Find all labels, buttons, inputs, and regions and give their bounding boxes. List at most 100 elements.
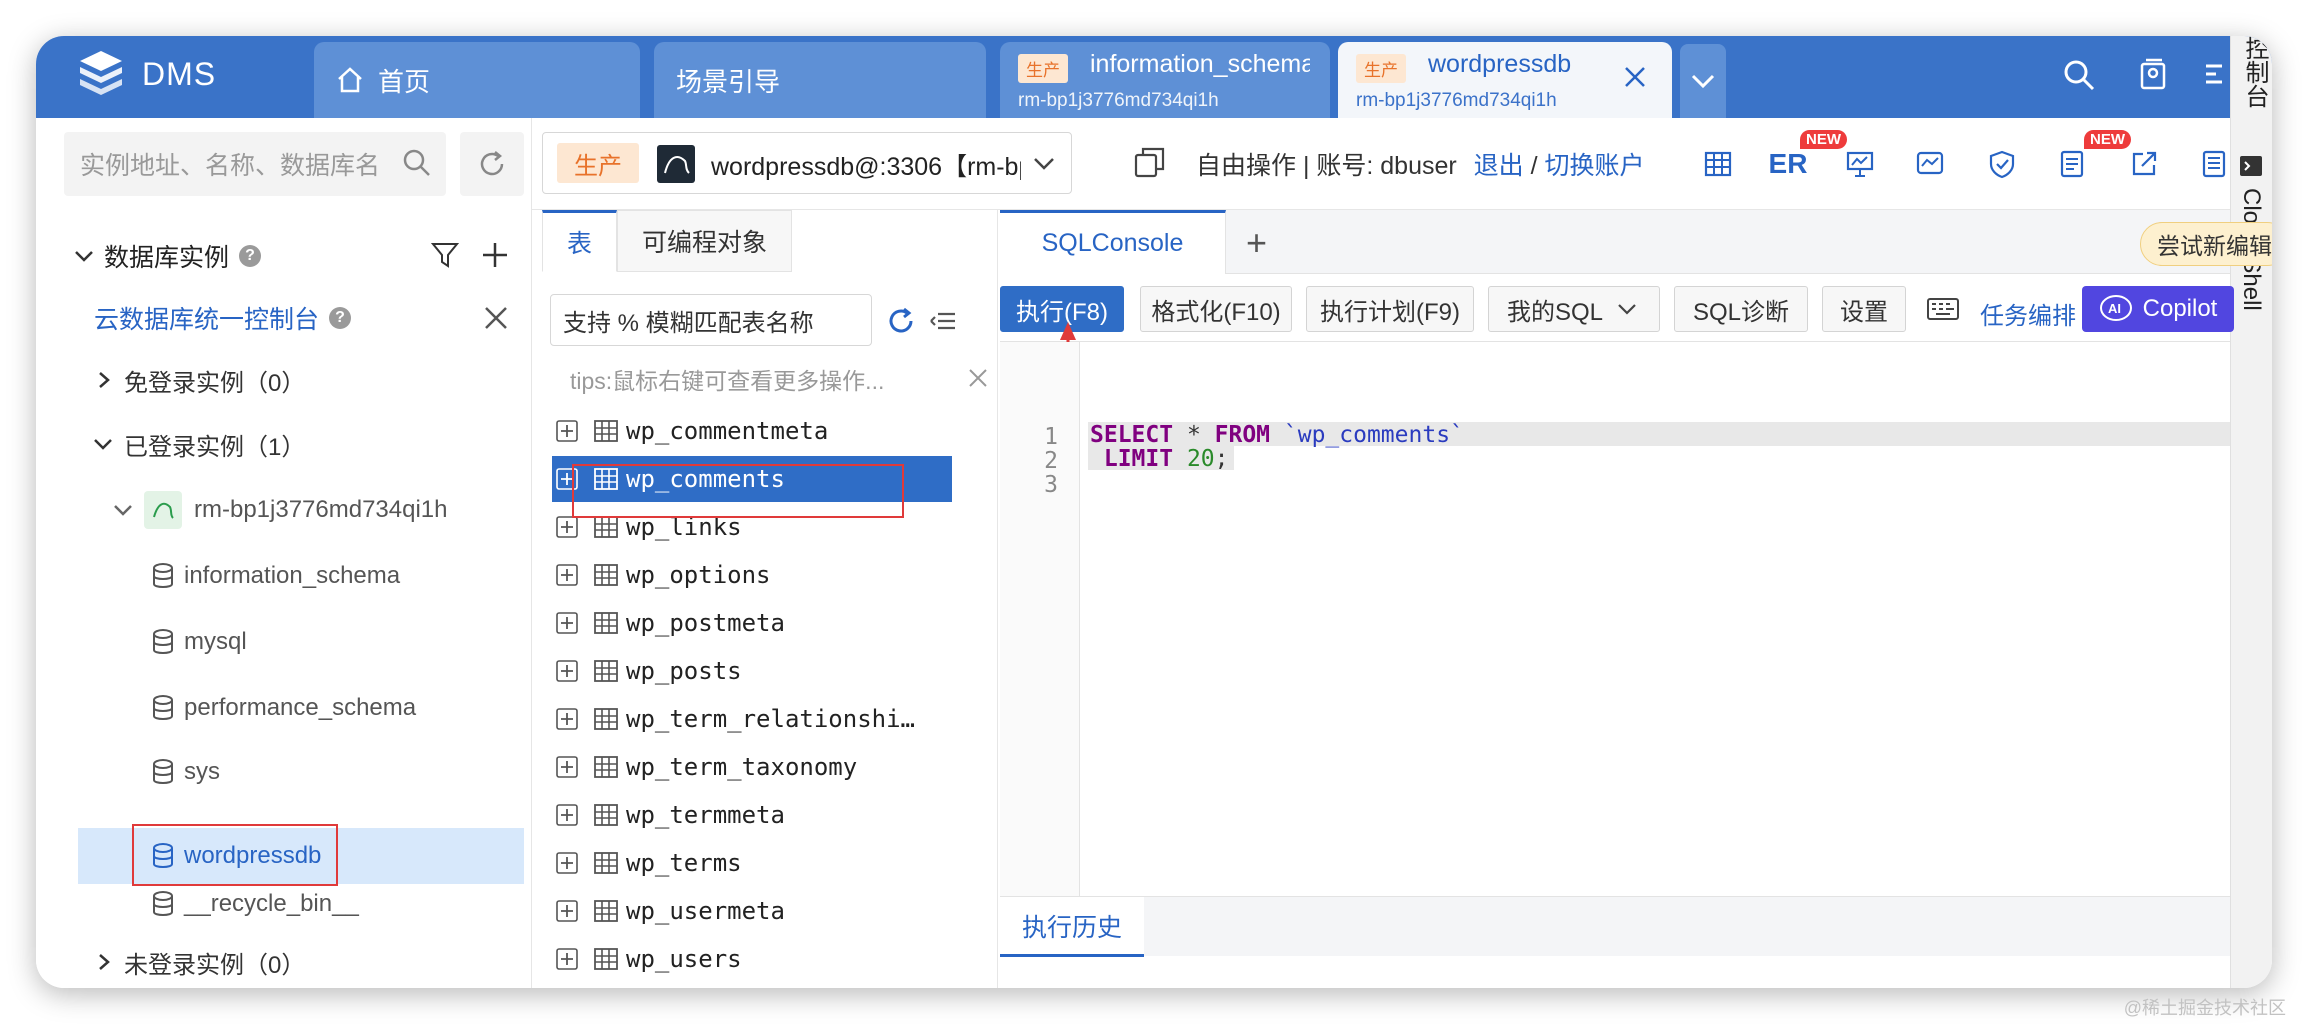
security-button[interactable]: [1980, 142, 2024, 186]
settings-button[interactable]: 设置: [1822, 286, 1906, 332]
app-name: DMS: [142, 55, 217, 92]
filter-icon[interactable]: [430, 240, 460, 270]
instance-row[interactable]: rm-bp1j3776md734qi1h: [112, 490, 448, 530]
table-row[interactable]: wp_users: [556, 936, 952, 982]
code-line-3[interactable]: LIMIT 20;: [1090, 446, 1229, 472]
line-number: 2: [1044, 448, 1058, 474]
database-icon: [153, 759, 173, 784]
help-icon[interactable]: ?: [329, 307, 352, 329]
export-button[interactable]: [2122, 142, 2166, 186]
db-instance-section-header[interactable]: 数据库实例 ?: [72, 236, 262, 276]
tab-wordpressdb[interactable]: 生产 wordpressdb rm-bp1j3776md734qi1h: [1338, 42, 1672, 118]
tab-home[interactable]: 首页: [314, 42, 640, 118]
tab-scene-guide[interactable]: 场景引导: [654, 42, 986, 118]
sql-diagnose-button[interactable]: SQL诊断: [1674, 286, 1808, 332]
mysql-icon: [657, 145, 695, 183]
table-row[interactable]: wp_terms: [556, 840, 952, 886]
logout-link[interactable]: 退出: [1474, 152, 1524, 180]
app-logo[interactable]: DMS: [74, 44, 216, 104]
expand-icon[interactable]: [556, 516, 578, 538]
database-icon: [153, 563, 173, 588]
terminal-icon[interactable]: [2239, 154, 2263, 178]
code-line-2[interactable]: SELECT * FROM `wp_comments`: [1090, 422, 1464, 448]
switch-account-link[interactable]: 切换账户: [1545, 152, 1645, 180]
notification-button[interactable]: [2130, 52, 2176, 98]
table-filter-input[interactable]: 支持 % 模糊匹配表名称: [550, 294, 872, 346]
tab-execution-history[interactable]: 执行历史: [1000, 897, 1144, 957]
document-icon: [2202, 150, 2226, 178]
tab-programmable-objects[interactable]: 可编程对象: [617, 210, 793, 272]
format-button[interactable]: 格式化(F10): [1140, 286, 1292, 332]
group-no-login[interactable]: 免登录实例（0）: [92, 360, 305, 400]
try-new-editor-button[interactable]: 尝试新编辑: [2140, 222, 2272, 266]
notes-button[interactable]: [2192, 142, 2236, 186]
expand-icon[interactable]: [556, 564, 578, 586]
table-row[interactable]: wp_posts: [556, 648, 952, 694]
task-orchestration-link[interactable]: 任务编排: [1980, 296, 2076, 331]
tab-sublabel: rm-bp1j3776md734qi1h: [1018, 90, 1219, 111]
expand-icon[interactable]: [556, 948, 578, 970]
group-label: 免登录实例（0）: [124, 369, 306, 397]
tab-sql-console[interactable]: SQLConsole: [1000, 210, 1226, 274]
close-icon[interactable]: [966, 366, 990, 390]
export-icon: [2132, 151, 2157, 176]
db-item[interactable]: mysql: [152, 622, 247, 662]
table-list-panel: 表 可编程对象 支持 % 模糊匹配表名称 tips:鼠标右键可查看更多操作...…: [536, 210, 998, 988]
table-row[interactable]: wp_commentmeta: [556, 408, 952, 454]
table-icon: [594, 756, 618, 778]
line-number: 3: [1044, 472, 1058, 498]
my-sql-dropdown[interactable]: 我的SQL: [1488, 286, 1660, 332]
tab-tables[interactable]: 表: [542, 210, 618, 272]
expand-icon[interactable]: [556, 612, 578, 634]
expand-icon[interactable]: [556, 756, 578, 778]
keyboard-icon[interactable]: [1926, 294, 1960, 324]
connection-select[interactable]: 生产 wordpressdb@:3306【rm-bp: [542, 132, 1072, 194]
explain-button[interactable]: 执行计划(F9): [1306, 286, 1474, 332]
section-title: 数据库实例: [104, 244, 230, 272]
expand-icon[interactable]: [556, 708, 578, 730]
expand-icon[interactable]: [556, 900, 578, 922]
tab-information-schema[interactable]: 生产 information_schema rm-bp1j3776md734qi…: [1000, 42, 1330, 118]
table-row[interactable]: wp_term_relationshi…: [556, 696, 952, 742]
expand-icon[interactable]: [556, 804, 578, 826]
group-not-logged[interactable]: 未登录实例（0）: [92, 942, 305, 982]
sql-token: *: [1173, 422, 1215, 448]
db-item-selected[interactable]: wordpressdb: [152, 836, 321, 876]
expand-icon[interactable]: [556, 420, 578, 442]
close-icon[interactable]: [482, 304, 510, 332]
group-label: 已登录实例（1）: [124, 433, 306, 461]
sql-toolbar: 执行(F8) 格式化(F10) 执行计划(F9) 我的SQL SQL诊断 设置 …: [1000, 274, 2234, 342]
search-button[interactable]: [2056, 52, 2102, 98]
monitor-button[interactable]: [1908, 142, 1952, 186]
help-icon[interactable]: ?: [239, 245, 262, 267]
copilot-button[interactable]: AI Copilot: [2082, 286, 2234, 332]
unified-console-link[interactable]: 云数据库统一控制台 ?: [94, 298, 352, 338]
console-label[interactable]: 控制台: [2237, 36, 2272, 108]
close-icon[interactable]: [1620, 62, 1650, 92]
tips-text: tips:鼠标右键可查看更多操作...: [570, 368, 885, 394]
table-row[interactable]: wp_options: [556, 552, 952, 598]
expand-icon[interactable]: [556, 852, 578, 874]
chart-tool-button[interactable]: [1838, 142, 1882, 186]
table-row[interactable]: wp_usermeta: [556, 888, 952, 934]
expand-icon[interactable]: [556, 660, 578, 682]
refresh-icon[interactable]: [886, 306, 916, 336]
table-row[interactable]: wp_term_taxonomy: [556, 744, 952, 790]
table-row[interactable]: wp_postmeta: [556, 600, 952, 646]
refresh-button[interactable]: [460, 132, 524, 196]
add-console-button[interactable]: +: [1246, 222, 1267, 264]
db-item[interactable]: performance_schema: [152, 688, 416, 728]
instance-search-input[interactable]: 实例地址、名称、数据库名: [64, 132, 446, 196]
db-item[interactable]: information_schema: [152, 556, 400, 596]
table-row[interactable]: wp_termmeta: [556, 792, 952, 838]
db-item[interactable]: __recycle_bin__: [152, 884, 359, 924]
table-tool-button[interactable]: [1696, 142, 1740, 186]
table-name: wp_termmeta: [626, 801, 785, 829]
db-item[interactable]: sys: [152, 752, 220, 792]
tab-overflow-button[interactable]: [1680, 44, 1726, 118]
collapse-list-icon[interactable]: [928, 306, 958, 336]
copy-icon[interactable]: [1132, 144, 1168, 180]
add-icon[interactable]: [480, 240, 510, 270]
group-logged-in[interactable]: 已登录实例（1）: [92, 424, 305, 464]
table-name: wp_options: [626, 561, 771, 589]
